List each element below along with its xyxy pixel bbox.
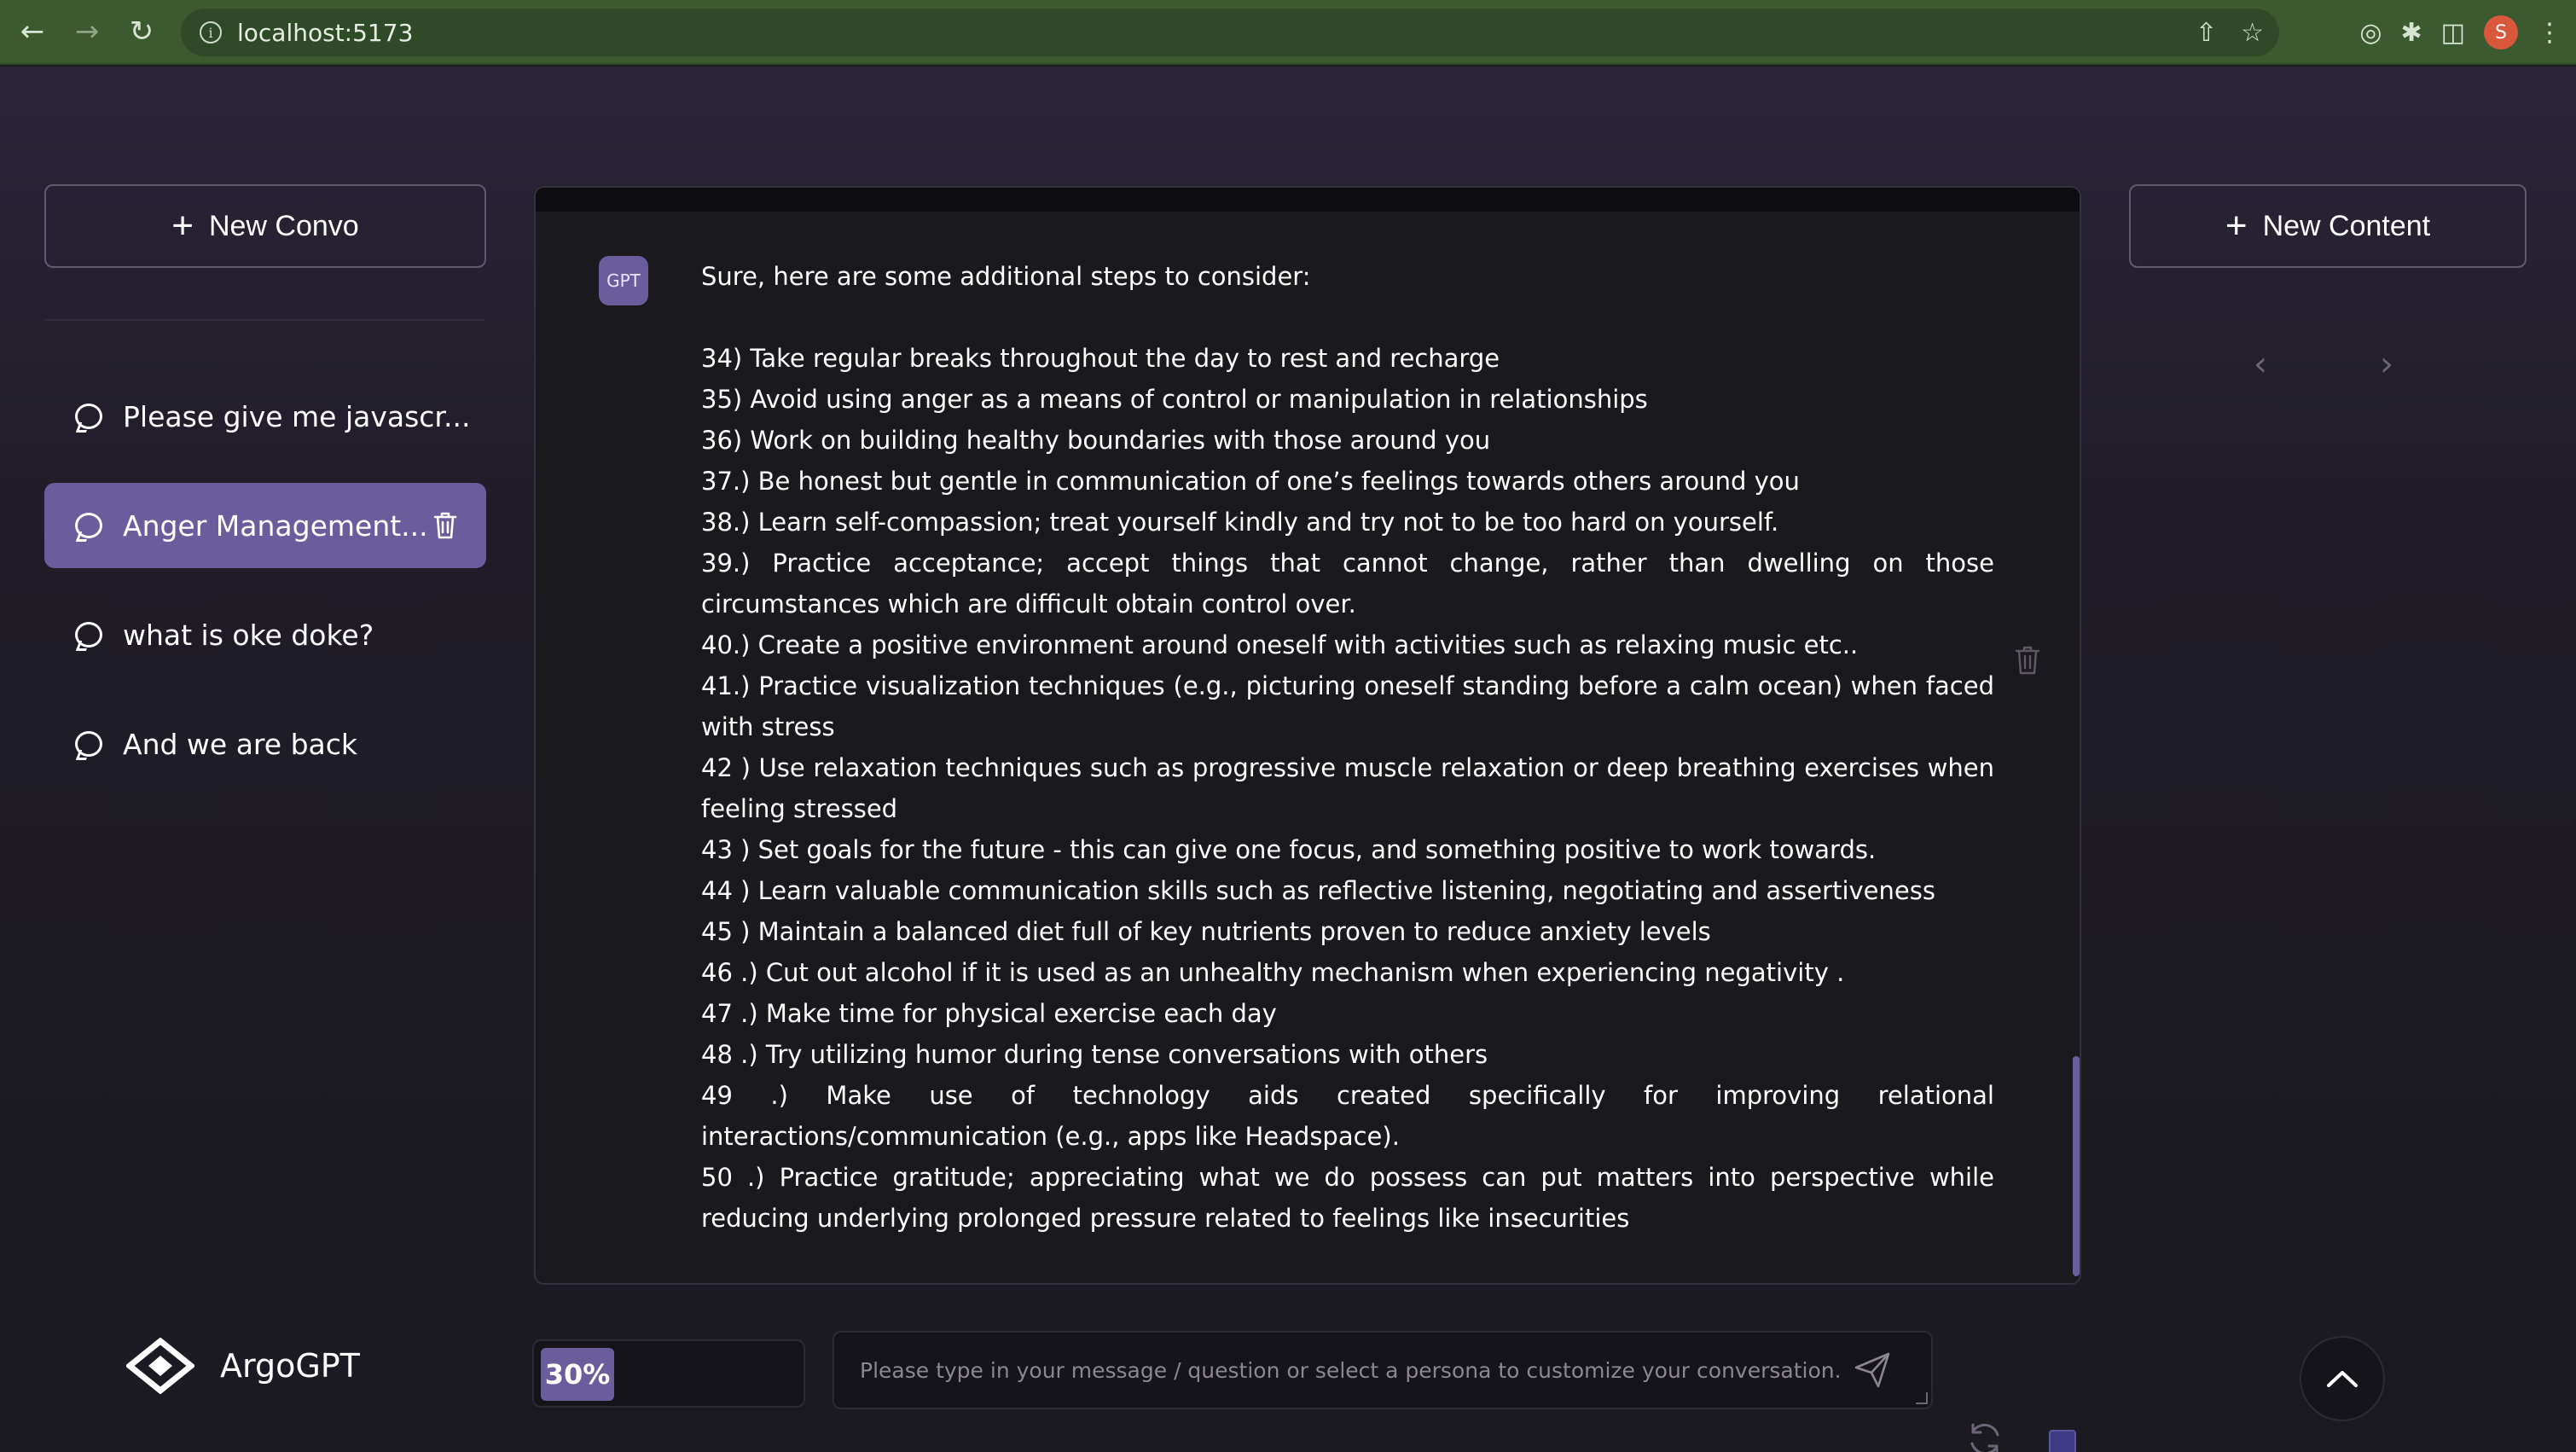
plus-icon: + (171, 205, 194, 247)
extension-icons: ◎ ✱ ◫ S ⋮ (2359, 9, 2562, 56)
address-bar-actions: ⇧ ☆ (2196, 9, 2264, 56)
message-input-box[interactable] (833, 1331, 1933, 1409)
reload-icon[interactable]: ↻ (119, 9, 164, 54)
new-content-label: New Content (2262, 209, 2431, 242)
gpt-avatar: GPT (599, 256, 648, 305)
browser-toolbar: ← → ↻ i localhost:5173 ⇧ ☆ ◎ ✱ ◫ S ⋮ (0, 0, 2576, 65)
sidebar-conversation-item-active[interactable]: Anger Management... (44, 483, 486, 568)
chat-bubble-icon (75, 622, 102, 648)
profile-avatar[interactable]: S (2484, 15, 2518, 49)
logo-text: ArgoGPT (220, 1347, 360, 1385)
delete-message-trash-icon[interactable] (2015, 645, 2040, 676)
textarea-resize-handle[interactable] (1916, 1392, 1928, 1404)
sidebar-conversation-item[interactable]: And we are back (44, 701, 486, 787)
message-line: 46 .) Cut out alcohol if it is used as a… (701, 958, 1845, 987)
message-line: 47 .) Make time for physical exercise ea… (701, 999, 1277, 1028)
message-line: 39.) Practice acceptance; accept things … (701, 549, 1994, 619)
message-line: 37.) Be honest but gentle in communicati… (701, 467, 1800, 496)
message-line: 34) Take regular breaks throughout the d… (701, 344, 1500, 373)
conversation-title: what is oke doke? (123, 618, 374, 652)
message-line: 38.) Learn self-compassion; treat yourse… (701, 508, 1779, 537)
chat-bubble-icon (75, 404, 102, 429)
color-swatch-checkbox[interactable] (2049, 1430, 2076, 1452)
assistant-message: Sure, here are some additional steps to … (701, 256, 1994, 1239)
send-icon[interactable] (1853, 1350, 1892, 1390)
back-arrow-icon[interactable]: ← (10, 9, 55, 54)
extension-target-icon[interactable]: ◎ (2359, 18, 2382, 48)
scroll-to-top-button[interactable] (2300, 1336, 2385, 1421)
site-info-icon[interactable]: i (200, 21, 222, 44)
chevron-left-icon[interactable]: ‹ (2254, 345, 2267, 384)
percent-badge: 30% (541, 1348, 614, 1401)
conversation-title: And we are back (123, 727, 357, 761)
message-line: 40.) Create a positive environment aroun… (701, 630, 1859, 659)
conversation-title: Please give me javascr... (123, 399, 471, 433)
bookmark-star-icon[interactable]: ☆ (2241, 18, 2264, 48)
message-line: 35) Avoid using anger as a means of cont… (701, 385, 1648, 414)
new-convo-label: New Convo (208, 209, 359, 242)
message-line: 41.) Practice visualization techniques (… (701, 671, 1994, 741)
chevron-right-icon[interactable]: › (2380, 345, 2393, 384)
message-line: 45 ) Maintain a balanced diet full of ke… (701, 917, 1711, 946)
message-line: 44 ) Learn valuable communication skills… (701, 876, 1935, 905)
new-convo-button[interactable]: + New Convo (44, 184, 486, 268)
side-panel-icon[interactable]: ◫ (2441, 18, 2465, 48)
chat-panel: GPT Sure, here are some additional steps… (534, 186, 2081, 1285)
chat-bubble-icon (75, 513, 102, 538)
delete-conversation-trash-icon[interactable] (433, 511, 457, 540)
message-line: 43 ) Set goals for the future - this can… (701, 835, 1877, 864)
message-line: 36) Work on building healthy boundaries … (701, 426, 1491, 455)
refresh-icon[interactable] (1965, 1420, 2005, 1452)
chat-bubble-icon (75, 731, 102, 757)
message-line: 49 .) Make use of technology aids create… (701, 1081, 1994, 1151)
forward-arrow-icon[interactable]: → (65, 9, 109, 54)
app-logo: ArgoGPT (126, 1338, 360, 1394)
more-menu-icon[interactable]: ⋮ (2537, 18, 2562, 48)
chat-panel-header-strip (536, 188, 2080, 212)
message-line: 42 ) Use relaxation techniques such as p… (701, 753, 1994, 823)
chat-scrollbar[interactable] (2073, 1056, 2080, 1276)
url-text: localhost:5173 (237, 18, 414, 47)
new-content-button[interactable]: + New Content (2129, 184, 2527, 268)
message-intro: Sure, here are some additional steps to … (701, 262, 1311, 291)
sidebar-divider (44, 319, 484, 321)
share-icon[interactable]: ⇧ (2196, 18, 2217, 48)
sidebar-conversation-item[interactable]: what is oke doke? (44, 592, 486, 677)
app-root: + New Convo Please give me javascr... An… (0, 67, 2576, 1452)
chevron-up-icon (2327, 1371, 2358, 1387)
message-line: 48 .) Try utilizing humor during tense c… (701, 1040, 1488, 1069)
conversation-title: Anger Management... (123, 508, 428, 543)
plus-icon: + (2225, 205, 2248, 247)
message-input[interactable] (860, 1357, 1853, 1383)
address-bar[interactable]: i localhost:5173 ⇧ ☆ (181, 9, 2279, 56)
message-line: 50 .) Practice gratitude; appreciating w… (701, 1163, 1994, 1233)
sidebar-conversation-item[interactable]: Please give me javascr... (44, 374, 486, 459)
argo-logo-icon (126, 1338, 194, 1394)
persona-progress-box[interactable]: 30% (532, 1339, 805, 1408)
puzzle-extensions-icon[interactable]: ✱ (2401, 18, 2422, 48)
